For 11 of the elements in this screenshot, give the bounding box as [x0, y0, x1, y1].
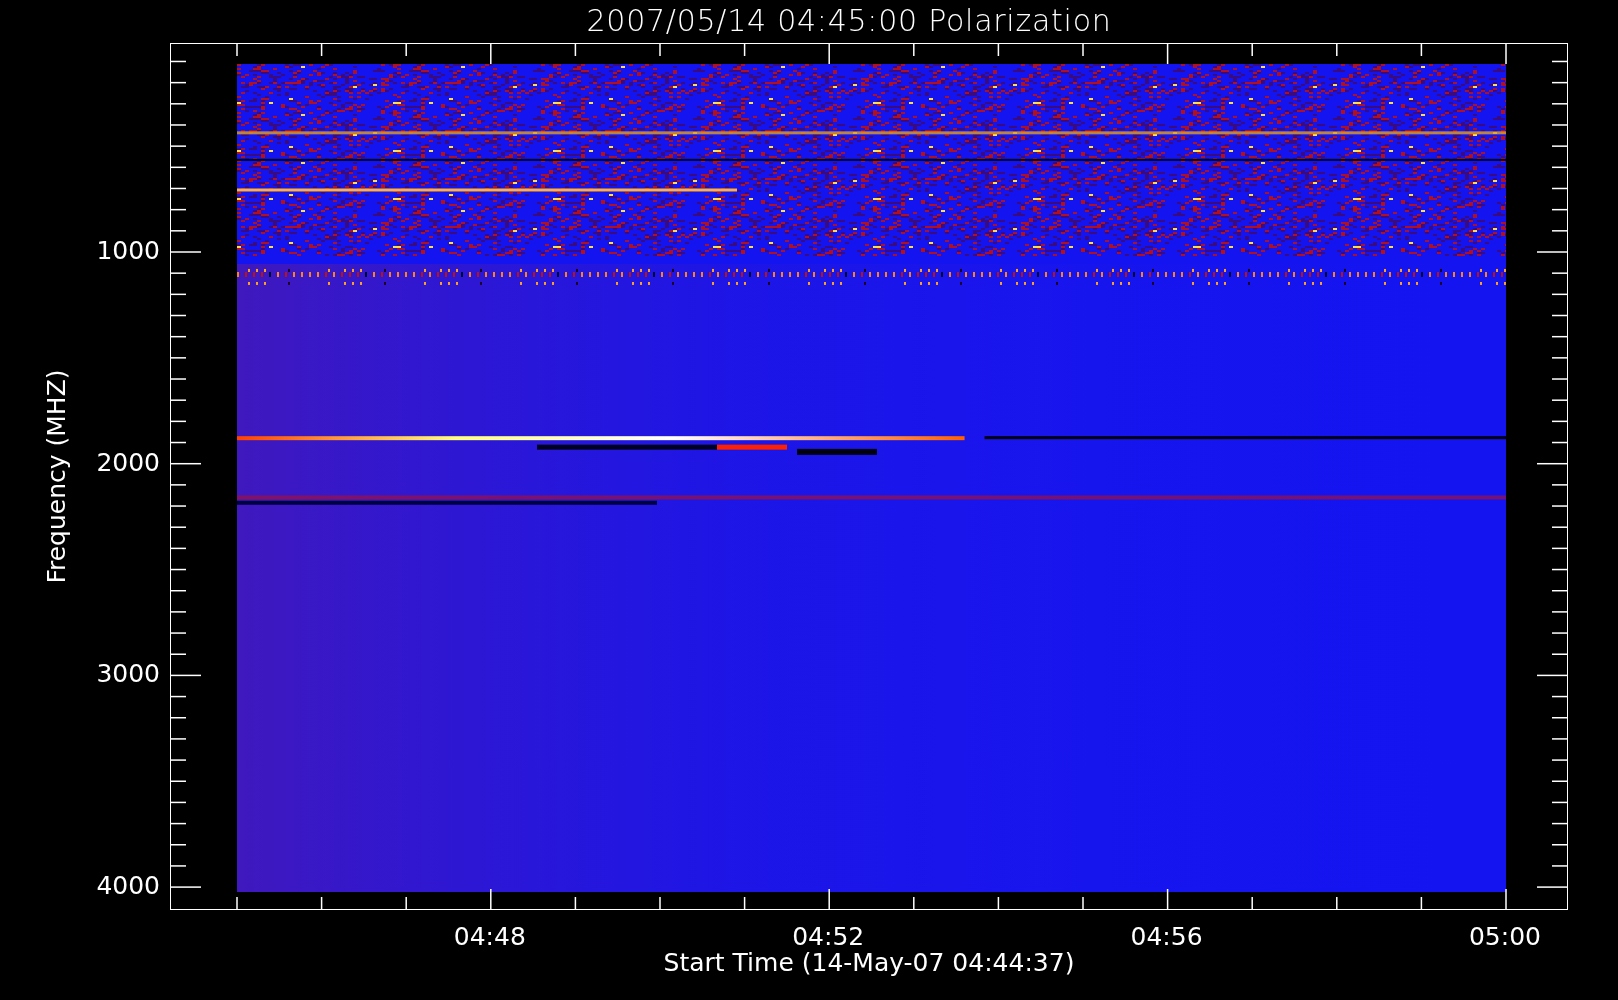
x-tick-label: 04:48 — [452, 924, 527, 949]
y-axis-label: Frequency (MHZ) — [43, 368, 69, 584]
y-tick-label: 3000 — [95, 661, 160, 687]
plot-title: 2007/05/14 04:45:00 Polarization — [586, 2, 1112, 40]
y-tick-label: 1000 — [95, 238, 160, 263]
x-tick-label: 04:52 — [791, 924, 866, 949]
x-axis-label: Start Time (14-May-07 04:44:37) — [663, 950, 1075, 975]
x-tick-label: 04:56 — [1129, 924, 1204, 949]
x-tick-label: 05:00 — [1467, 924, 1542, 949]
y-tick-label: 2000 — [95, 449, 160, 475]
y-tick-label: 4000 — [95, 873, 160, 899]
